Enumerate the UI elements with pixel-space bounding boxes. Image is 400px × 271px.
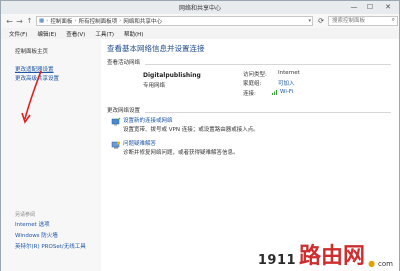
sidebar: 控制面板主页 更改适配器设置 更改高级共享设置 另请参阅 Internet 选项… bbox=[1, 39, 101, 271]
menu-file[interactable]: 文件(F) bbox=[9, 30, 27, 38]
sidebar-home-link[interactable]: 控制面板主页 bbox=[15, 47, 48, 55]
menu-view[interactable]: 查看(V) bbox=[66, 30, 85, 38]
search-icon[interactable]: ⌕ bbox=[392, 16, 395, 24]
minimize-button[interactable]: — bbox=[347, 2, 361, 12]
setup-connection-desc: 设置宽带、拨号或 VPN 连接；或设置路由器或接入点。 bbox=[123, 127, 259, 133]
search-input[interactable]: 搜索控制面板 ⌕ bbox=[328, 16, 398, 26]
change-advanced-sharing-link[interactable]: 更改高级共享设置 bbox=[15, 74, 59, 82]
close-button[interactable]: ✕ bbox=[379, 2, 397, 12]
troubleshoot-icon bbox=[111, 141, 120, 149]
troubleshoot-link[interactable]: 问题疑难解答 bbox=[123, 139, 156, 147]
troubleshoot-desc: 诊断并修复网络问题，或者获得疑难解答信息。 bbox=[123, 150, 239, 156]
site-watermark: 1911 路由网 ● com bbox=[257, 244, 393, 269]
refresh-icon[interactable]: ⟳ bbox=[316, 16, 326, 26]
windows-firewall-link[interactable]: Windows 防火墙 bbox=[15, 231, 58, 239]
section-divider bbox=[145, 112, 391, 113]
menu-edit[interactable]: 编辑(E) bbox=[37, 30, 56, 38]
internet-options-link[interactable]: Internet 选项 bbox=[15, 220, 50, 228]
page-title: 查看基本网络信息并设置连接 bbox=[107, 44, 205, 53]
breadcrumb-item[interactable]: 网络和共享中心 bbox=[123, 17, 162, 25]
see-also-title: 另请参阅 bbox=[15, 212, 36, 218]
maximize-button[interactable]: ☐ bbox=[363, 2, 377, 12]
watermark-number: 1911 bbox=[257, 253, 297, 268]
chevron-down-icon[interactable]: ▾ bbox=[308, 18, 311, 24]
address-bar[interactable]: ▦ › 控制面板 › 所有控制面板项 › 网络和共享中心 ▾ bbox=[36, 16, 313, 26]
watermark-com: com bbox=[378, 260, 393, 268]
network-type-link[interactable]: 专用网络 bbox=[143, 81, 165, 89]
homegroup-label: 家庭组: bbox=[243, 81, 262, 87]
access-type-label: 访问类型: bbox=[243, 72, 267, 78]
breadcrumb-separator-icon: › bbox=[74, 18, 77, 24]
intel-proset-link[interactable]: 英特尔(R) PROSet/无线工具 bbox=[15, 242, 86, 250]
menu-tools[interactable]: 工具(T) bbox=[95, 30, 114, 38]
menu-help[interactable]: 帮助(H) bbox=[124, 30, 143, 38]
forward-icon[interactable]: → bbox=[15, 16, 24, 26]
window-title: 网络和共享中心 bbox=[178, 5, 221, 12]
up-icon[interactable]: ↑ bbox=[25, 16, 34, 26]
network-name: Digitalpublishing bbox=[143, 72, 201, 79]
navigation-bar: ← → ↑ ▦ › 控制面板 › 所有控制面板项 › 网络和共享中心 ▾ ⟳ 搜… bbox=[1, 14, 399, 28]
breadcrumb-item[interactable]: 所有控制面板项 bbox=[79, 17, 118, 25]
connections-label: 连接: bbox=[243, 91, 256, 97]
title-bar: 网络和共享中心 — ☐ ✕ bbox=[1, 1, 399, 14]
wifi-signal-icon bbox=[272, 90, 277, 95]
watermark-dot: ● bbox=[368, 259, 376, 268]
homegroup-link[interactable]: 可加入 bbox=[278, 79, 295, 87]
control-panel-icon: ▦ bbox=[39, 18, 45, 24]
setup-connection-link[interactable]: 设置新的连接或网络 bbox=[123, 116, 173, 124]
change-network-settings-label: 更改网络设置 bbox=[107, 108, 141, 114]
menu-bar: 文件(F) 编辑(E) 查看(V) 工具(T) 帮助(H) bbox=[1, 29, 399, 39]
wifi-connection-link[interactable]: Wi-Fi bbox=[280, 89, 293, 95]
window-controls: — ☐ ✕ bbox=[347, 2, 397, 12]
search-placeholder: 搜索控制面板 bbox=[332, 18, 366, 24]
access-type-value: Internet bbox=[278, 70, 300, 76]
back-icon[interactable]: ← bbox=[5, 16, 14, 26]
watermark-text: 路由网 bbox=[299, 244, 366, 269]
window: 网络和共享中心 — ☐ ✕ ← → ↑ ▦ › 控制面板 › 所有控制面板项 ›… bbox=[0, 0, 400, 271]
breadcrumb-separator-icon: › bbox=[119, 18, 122, 24]
section-divider bbox=[145, 64, 391, 65]
breadcrumb-item[interactable]: 控制面板 bbox=[50, 17, 72, 25]
active-networks-label: 查看活动网络 bbox=[107, 60, 141, 66]
new-connection-icon bbox=[111, 117, 121, 126]
main-content: 查看基本网络信息并设置连接 查看活动网络 Digitalpublishing 专… bbox=[101, 39, 399, 271]
breadcrumb-separator-icon: › bbox=[46, 18, 49, 24]
change-adapter-settings-link[interactable]: 更改适配器设置 bbox=[15, 65, 54, 73]
